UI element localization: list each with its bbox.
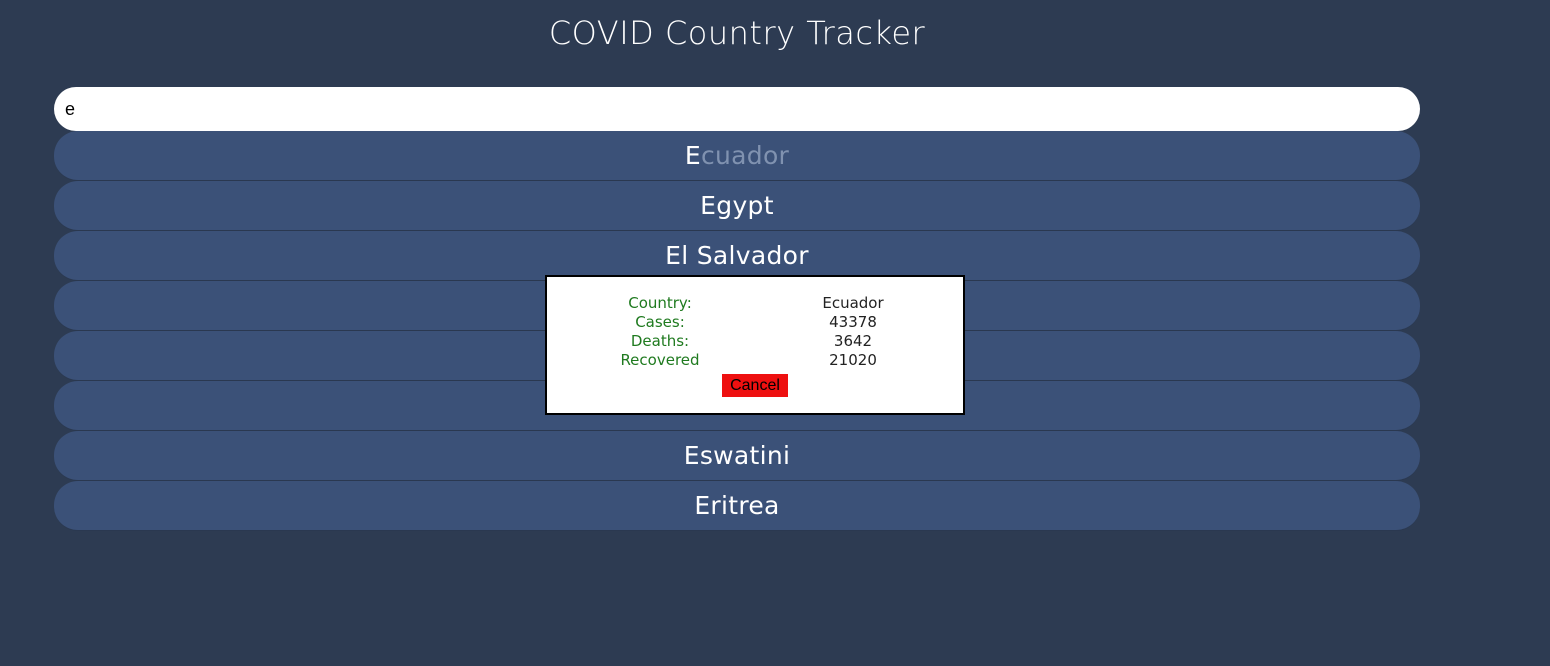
stat-row-cases: Cases: 43378 [547, 313, 963, 332]
country-item-ecuador[interactable]: Ecuador [54, 131, 1420, 181]
deaths-value: 3642 [833, 332, 873, 350]
country-stats: Country: Ecuador Cases: 43378 Deaths: 36… [547, 294, 963, 370]
cases-label: Cases: [635, 313, 685, 331]
stat-row-recovered: Recovered 21020 [547, 351, 963, 370]
stat-row-country: Country: Ecuador [547, 294, 963, 313]
deaths-label: Deaths: [630, 332, 690, 350]
recovered-value: 21020 [829, 351, 877, 369]
country-item-eritrea[interactable]: Eritrea [54, 481, 1420, 531]
stat-row-deaths: Deaths: 3642 [547, 332, 963, 351]
recovered-label: Recovered [620, 351, 700, 369]
country-item-egypt[interactable]: Egypt [54, 181, 1420, 231]
page-title: COVID Country Tracker [548, 14, 926, 52]
cancel-button[interactable]: Cancel [722, 374, 788, 397]
cases-value: 43378 [829, 313, 877, 331]
country-value: Ecuador [822, 294, 884, 312]
country-label: Country: [628, 294, 692, 312]
country-item-eswatini[interactable]: Eswatini [54, 431, 1420, 481]
country-details-modal: Country: Ecuador Cases: 43378 Deaths: 36… [545, 275, 965, 415]
country-item-el-salvador[interactable]: El Salvador [54, 231, 1420, 281]
search-input[interactable] [54, 87, 1420, 131]
